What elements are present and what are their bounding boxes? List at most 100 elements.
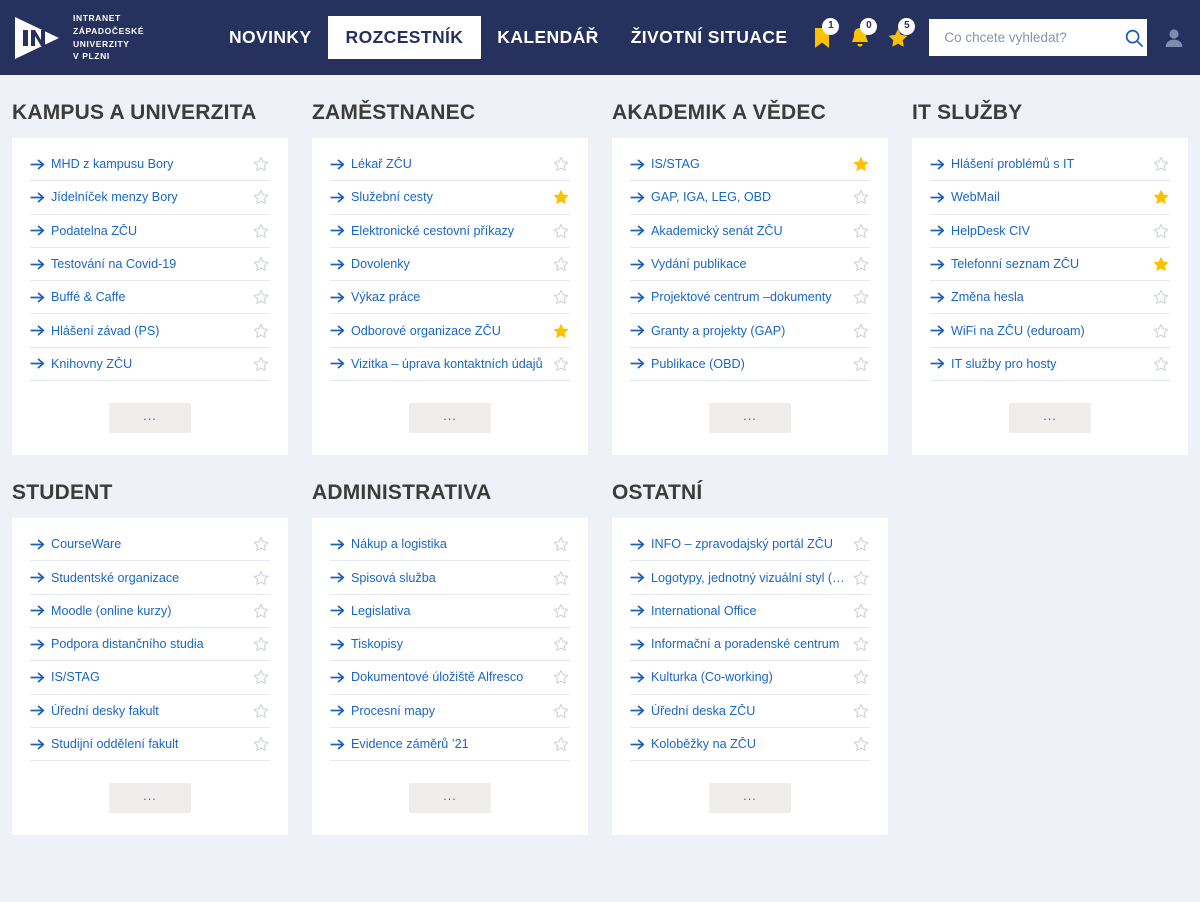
list-item[interactable]: Podatelna ZČU <box>30 215 270 248</box>
favorites-button[interactable]: 5 <box>879 17 917 58</box>
nav-item-kalendar[interactable]: KALENDÁŘ <box>481 16 614 59</box>
list-item[interactable]: INFO – zpravodajský portál ZČU <box>630 528 870 562</box>
list-item[interactable]: IS/STAG <box>630 148 870 182</box>
favorite-star-icon[interactable] <box>252 323 270 339</box>
list-item[interactable]: Elektronické cestovní příkazy <box>330 215 570 248</box>
list-item[interactable]: Studentské organizace <box>30 561 270 595</box>
favorite-star-icon[interactable] <box>852 703 870 719</box>
list-item[interactable]: Lékař ZČU <box>330 148 570 182</box>
show-more-button[interactable]: ... <box>109 403 191 434</box>
favorite-star-icon[interactable] <box>852 736 870 752</box>
search-box[interactable] <box>929 19 1148 56</box>
list-item[interactable]: Knihovny ZČU <box>30 348 270 382</box>
show-more-button[interactable]: ... <box>709 783 791 814</box>
favorite-star-icon[interactable] <box>1152 223 1170 239</box>
list-item[interactable]: Buffé & Caffe <box>30 281 270 315</box>
favorite-star-icon[interactable] <box>852 356 870 372</box>
list-item[interactable]: Moodle (online kurzy) <box>30 595 270 628</box>
list-item[interactable]: CourseWare <box>30 528 270 562</box>
list-item[interactable]: Legislativa <box>330 595 570 628</box>
search-submit-button[interactable] <box>1123 28 1145 48</box>
list-item[interactable]: IS/STAG <box>30 661 270 695</box>
favorite-star-icon-active[interactable] <box>552 322 570 340</box>
favorite-star-icon-active[interactable] <box>552 188 570 206</box>
user-account-button[interactable] <box>1163 26 1185 50</box>
favorite-star-icon[interactable] <box>852 636 870 652</box>
show-more-button[interactable]: ... <box>1009 403 1091 434</box>
favorite-star-icon[interactable] <box>1152 356 1170 372</box>
notifications-button[interactable]: 0 <box>841 17 879 58</box>
show-more-button[interactable]: ... <box>409 783 491 814</box>
list-item[interactable]: International Office <box>630 595 870 628</box>
favorite-star-icon[interactable] <box>252 189 270 205</box>
list-item[interactable]: MHD z kampusu Bory <box>30 148 270 182</box>
favorite-star-icon[interactable] <box>552 223 570 239</box>
list-item[interactable]: Úřední desky fakult <box>30 695 270 728</box>
nav-item-rozcestnik[interactable]: ROZCESTNÍK <box>327 16 482 59</box>
favorite-star-icon[interactable] <box>252 289 270 305</box>
list-item[interactable]: Vizitka – úprava kontaktních údajů <box>330 348 570 382</box>
list-item[interactable]: Akademický senát ZČU <box>630 215 870 248</box>
favorite-star-icon[interactable] <box>552 156 570 172</box>
list-item[interactable]: Jídelníček menzy Bory <box>30 181 270 215</box>
list-item[interactable]: Výkaz práce <box>330 281 570 315</box>
favorite-star-icon[interactable] <box>252 603 270 619</box>
list-item[interactable]: Evidence záměrů ’21 <box>330 728 570 762</box>
favorite-star-icon[interactable] <box>852 189 870 205</box>
favorite-star-icon[interactable] <box>252 703 270 719</box>
list-item[interactable]: HelpDesk CIV <box>930 215 1170 248</box>
logo[interactable]: INTRANET ZÁPADOČESKÉ UNIVERZITY V PLZNI <box>12 12 187 64</box>
favorite-star-icon[interactable] <box>252 223 270 239</box>
nav-item-zivotni-situace[interactable]: ŽIVOTNÍ SITUACE <box>615 16 804 59</box>
favorite-star-icon[interactable] <box>552 256 570 272</box>
list-item[interactable]: Vydání publikace <box>630 248 870 282</box>
list-item[interactable]: Testování na Covid-19 <box>30 248 270 282</box>
list-item[interactable]: Procesní mapy <box>330 695 570 728</box>
list-item[interactable]: Odborové organizace ZČU <box>330 314 570 348</box>
favorite-star-icon[interactable] <box>852 289 870 305</box>
favorite-star-icon[interactable] <box>852 223 870 239</box>
favorite-star-icon[interactable] <box>852 570 870 586</box>
favorite-star-icon[interactable] <box>252 356 270 372</box>
list-item[interactable]: Studijní oddělení fakult <box>30 728 270 762</box>
list-item[interactable]: Podpora distančního studia <box>30 628 270 662</box>
favorite-star-icon[interactable] <box>552 636 570 652</box>
list-item[interactable]: Dokumentové úložiště Alfresco <box>330 661 570 695</box>
bookmarks-button[interactable]: 1 <box>803 17 841 58</box>
favorite-star-icon[interactable] <box>1152 156 1170 172</box>
list-item[interactable]: Tiskopisy <box>330 628 570 662</box>
favorite-star-icon[interactable] <box>552 536 570 552</box>
list-item[interactable]: Hlášení závad (PS) <box>30 314 270 348</box>
favorite-star-icon-active[interactable] <box>852 155 870 173</box>
favorite-star-icon[interactable] <box>852 669 870 685</box>
favorite-star-icon[interactable] <box>252 256 270 272</box>
list-item[interactable]: Kulturka (Co-working) <box>630 661 870 695</box>
list-item[interactable]: WebMail <box>930 181 1170 215</box>
favorite-star-icon-active[interactable] <box>1152 188 1170 206</box>
list-item[interactable]: Služební cesty <box>330 181 570 215</box>
favorite-star-icon[interactable] <box>552 289 570 305</box>
show-more-button[interactable]: ... <box>109 783 191 814</box>
list-item[interactable]: Hlášení problémů s IT <box>930 148 1170 182</box>
favorite-star-icon[interactable] <box>552 603 570 619</box>
favorite-star-icon[interactable] <box>552 356 570 372</box>
favorite-star-icon[interactable] <box>252 669 270 685</box>
list-item[interactable]: Granty a projekty (GAP) <box>630 314 870 348</box>
list-item[interactable]: Spisová služba <box>330 561 570 595</box>
favorite-star-icon[interactable] <box>252 570 270 586</box>
show-more-button[interactable]: ... <box>409 403 491 434</box>
show-more-button[interactable]: ... <box>709 403 791 434</box>
list-item[interactable]: Koloběžky na ZČU <box>630 728 870 762</box>
list-item[interactable]: Publikace (OBD) <box>630 348 870 382</box>
favorite-star-icon[interactable] <box>852 536 870 552</box>
favorite-star-icon[interactable] <box>252 156 270 172</box>
list-item[interactable]: IT služby pro hosty <box>930 348 1170 382</box>
list-item[interactable]: Telefonní seznam ZČU <box>930 248 1170 282</box>
list-item[interactable]: Dovolenky <box>330 248 570 282</box>
list-item[interactable]: Projektové centrum –dokumenty <box>630 281 870 315</box>
list-item[interactable]: GAP, IGA, LEG, OBD <box>630 181 870 215</box>
favorite-star-icon[interactable] <box>252 736 270 752</box>
favorite-star-icon[interactable] <box>852 603 870 619</box>
nav-item-novinky[interactable]: NOVINKY <box>213 16 328 59</box>
favorite-star-icon[interactable] <box>552 736 570 752</box>
